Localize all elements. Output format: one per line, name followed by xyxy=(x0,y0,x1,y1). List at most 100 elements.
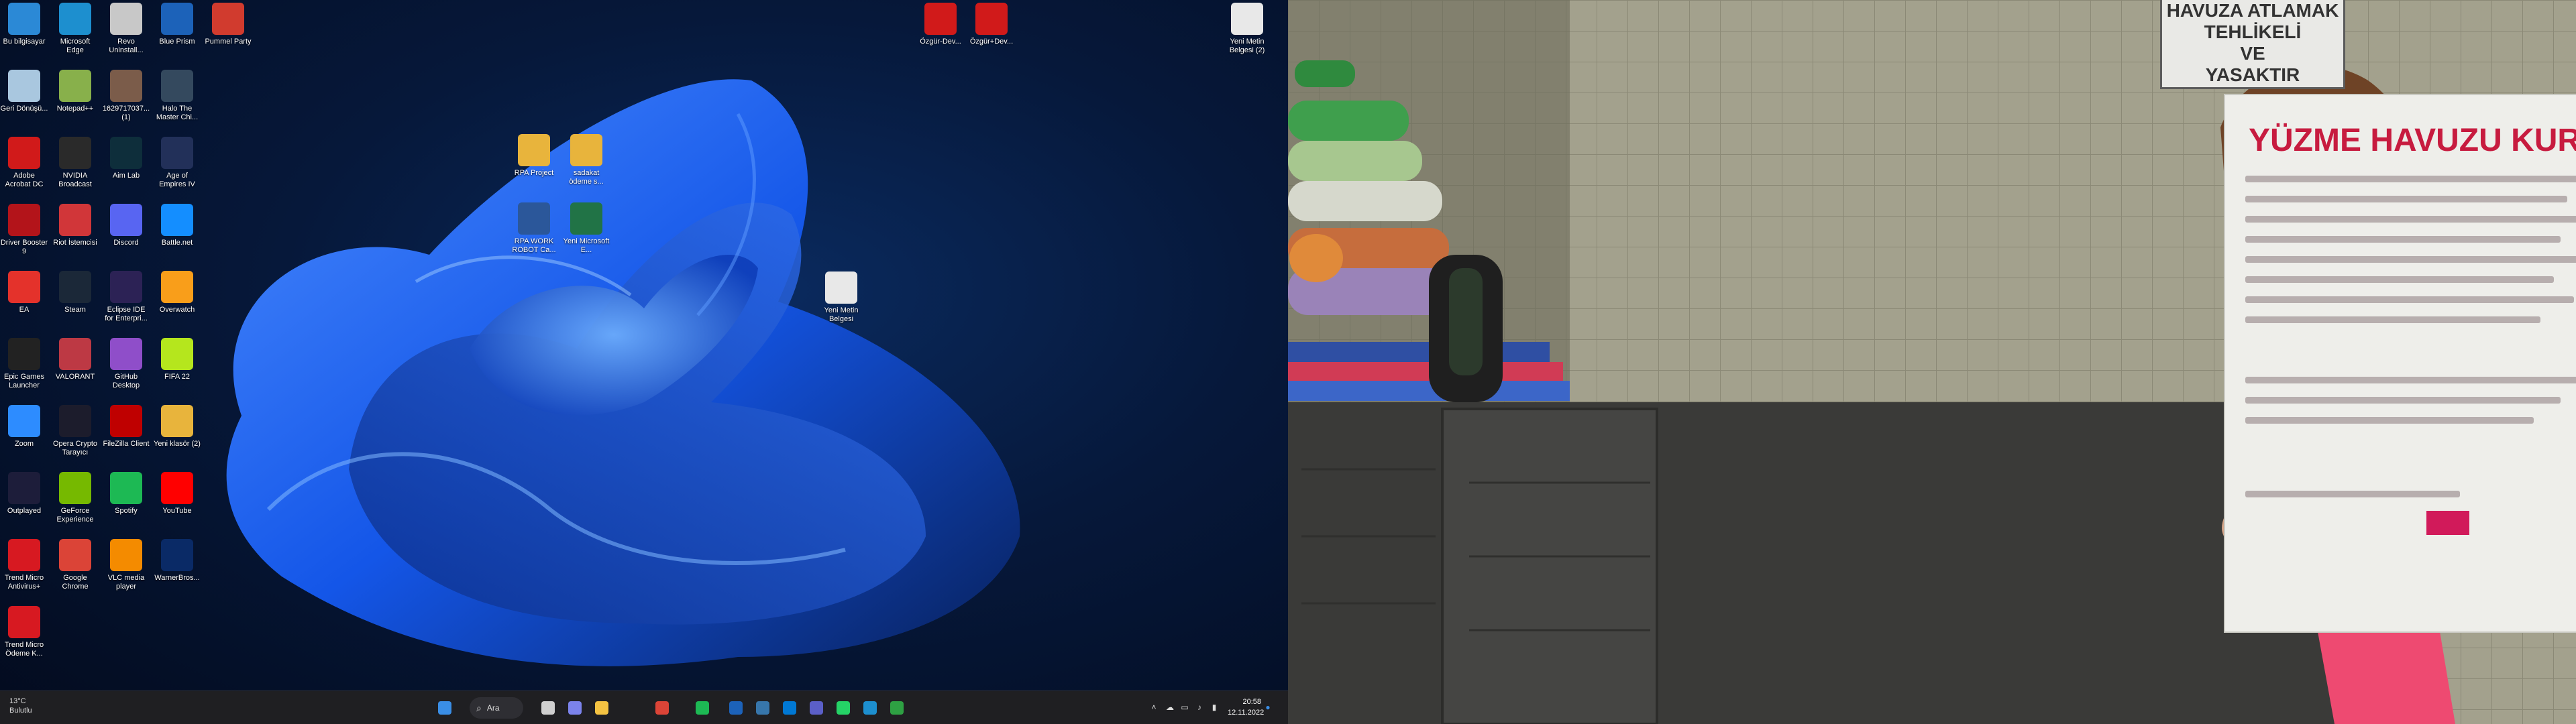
desktop-icon[interactable]: Pummel Party xyxy=(204,3,252,46)
desktop-icon[interactable]: Özgür+Dev... xyxy=(967,3,1016,46)
desktop-icon[interactable]: sadakat ödeme s... xyxy=(562,134,610,186)
discord-icon xyxy=(110,204,142,236)
desktop-icon-label: Zoom xyxy=(14,440,34,448)
desktop-icon[interactable]: Notepad++ xyxy=(51,70,99,113)
taskbar-app-button[interactable] xyxy=(537,697,559,719)
desktop-icon[interactable]: Google Chrome xyxy=(51,539,99,591)
desktop-icon[interactable]: Trend Micro Ödeme K... xyxy=(0,606,48,658)
taskbar-app-button[interactable] xyxy=(590,697,613,719)
blue-prism-icon xyxy=(161,3,193,35)
network-icon[interactable]: ▭ xyxy=(1179,702,1190,713)
desktop-icon[interactable]: EA xyxy=(0,271,48,314)
desktop-icon[interactable]: Bu bilgisayar xyxy=(0,3,48,46)
desktop-icon[interactable]: Geri Dönüşü... xyxy=(0,70,48,113)
desktop-icon-label: Riot İstemcisi xyxy=(53,239,97,247)
taskbar-app-button[interactable] xyxy=(751,697,774,719)
taskbar-app-button[interactable] xyxy=(885,697,908,719)
weather-widget[interactable]: 13°C Bulutlu xyxy=(9,697,32,715)
rules-text-line xyxy=(2245,276,2554,283)
edge-icon xyxy=(863,701,877,715)
desktop-icon[interactable]: Zoom xyxy=(0,405,48,448)
desktop-icon[interactable]: Battle.net xyxy=(153,204,201,247)
warning-sign-line: HAVUZA ATLAMAK xyxy=(2166,0,2339,21)
taskbar-app-button[interactable] xyxy=(651,697,674,719)
notification-icon[interactable]: ● xyxy=(1263,702,1273,713)
desktop-icon[interactable]: FIFA 22 xyxy=(153,338,201,381)
task-view-icon xyxy=(541,701,555,715)
desktop-icon[interactable]: VLC media player xyxy=(102,539,150,591)
taskbar-app-button[interactable] xyxy=(859,697,881,719)
desktop-icon[interactable]: Revo Uninstall... xyxy=(102,3,150,55)
system-clock[interactable]: 20:58 12.11.2022 xyxy=(1228,697,1264,718)
desktop-icon[interactable]: Aim Lab xyxy=(102,137,150,180)
chevron-up-icon[interactable]: ˄ xyxy=(1148,702,1159,713)
pdf-icon xyxy=(975,3,1008,35)
desktop-icon-label: Battle.net xyxy=(161,239,193,247)
battery-icon[interactable]: ▮ xyxy=(1209,702,1220,713)
desktop-icon[interactable]: NVIDIA Broadcast xyxy=(51,137,99,189)
desktop-icon[interactable]: Trend Micro Antivirus+ xyxy=(0,539,48,591)
desktop-icon[interactable]: Eclipse IDE for Enterpri... xyxy=(102,271,150,323)
desktop-icon-label: VLC media player xyxy=(107,574,145,591)
desktop-icon[interactable]: Steam xyxy=(51,271,99,314)
desktop-icon[interactable]: Driver Booster 9 xyxy=(0,204,48,256)
desktop-icon-label: YouTube xyxy=(162,507,192,515)
fifa-icon xyxy=(161,338,193,370)
desktop-icon[interactable]: Adobe Acrobat DC xyxy=(0,137,48,189)
desktop-icon[interactable]: GeForce Experience xyxy=(51,472,99,524)
onedrive-icon[interactable]: ☁ xyxy=(1165,702,1175,713)
desktop-icon[interactable]: Opera Crypto Tarayıcı xyxy=(51,405,99,457)
desktop-icon[interactable]: Özgür-Dev... xyxy=(916,3,965,46)
desktop-icon-label: Discord xyxy=(113,239,139,247)
taskbar-app-button[interactable] xyxy=(433,697,456,719)
warner-bros-icon xyxy=(161,539,193,571)
youtube-icon xyxy=(161,472,193,504)
search-box[interactable]: ⌕ Ara xyxy=(470,697,523,719)
desktop-icon[interactable]: Yeni klasör (2) xyxy=(153,405,201,448)
taskbar-app-button[interactable] xyxy=(564,697,586,719)
geforce-icon xyxy=(59,472,91,504)
desktop-icon[interactable]: GitHub Desktop xyxy=(102,338,150,390)
desktop-icon-label: Yeni Metin Belgesi (2) xyxy=(1229,38,1265,54)
desktop-icon[interactable]: Blue Prism xyxy=(153,3,201,46)
desktop-icon-label: Özgür+Dev... xyxy=(969,38,1014,46)
taskbar-app-button[interactable] xyxy=(805,697,828,719)
desktop-icon[interactable]: Microsoft Edge xyxy=(51,3,99,55)
warning-sign-line: TEHLİKELİ xyxy=(2204,21,2302,42)
taskbar-app-button[interactable] xyxy=(832,697,855,719)
desktop-icon[interactable]: Yeni Metin Belgesi xyxy=(817,272,865,324)
taskbar-app-button[interactable] xyxy=(724,697,747,719)
taskbar-app-button[interactable] xyxy=(691,697,714,719)
desktop-icon[interactable]: Epic Games Launcher xyxy=(0,338,48,390)
taskbar-app-button[interactable] xyxy=(778,697,801,719)
rules-text-line xyxy=(2245,377,2576,383)
desktop-icon[interactable]: Outplayed xyxy=(0,472,48,516)
desktop-icon[interactable]: 1629717037... (1) xyxy=(102,70,150,122)
desktop-icon[interactable]: YouTube xyxy=(153,472,201,516)
search-label: Ara xyxy=(486,703,500,713)
desktop-icon[interactable]: Yeni Microsoft E... xyxy=(562,202,610,255)
desktop-icon[interactable]: Riot İstemcisi xyxy=(51,204,99,247)
photo-icon xyxy=(110,70,142,102)
desktop-icon[interactable]: FileZilla Client xyxy=(102,405,150,448)
desktop-icon[interactable]: RPA Project xyxy=(510,134,558,178)
desktop-icon[interactable]: Discord xyxy=(102,204,150,247)
desktop-icon-label: VALORANT xyxy=(55,373,95,381)
desktop-icon[interactable]: Halo The Master Chi... xyxy=(153,70,201,122)
pummel-party-icon xyxy=(212,3,244,35)
desktop-icon[interactable]: RPA WORK ROBOT Ca... xyxy=(510,202,558,255)
outplayed-icon xyxy=(8,472,40,504)
desktop-icon[interactable]: Overwatch xyxy=(153,271,201,314)
desktop-icon[interactable]: VALORANT xyxy=(51,338,99,381)
desktop-icon-label: GitHub Desktop xyxy=(112,373,140,389)
desktop-icon[interactable]: Spotify xyxy=(102,472,150,516)
rules-text-line xyxy=(2245,316,2540,323)
volume-icon[interactable]: ♪ xyxy=(1194,702,1205,713)
desktop-icon-label: RPA Project xyxy=(514,169,554,177)
desktop-icon[interactable]: WarnerBros... xyxy=(153,539,201,583)
desktop-icon[interactable]: Yeni Metin Belgesi (2) xyxy=(1223,3,1271,55)
desktop-icon-label: Trend Micro Antivirus+ xyxy=(4,574,44,591)
spotify-icon xyxy=(696,701,709,715)
desktop-icon[interactable]: Age of Empires IV xyxy=(153,137,201,189)
desktop-icon-label: FIFA 22 xyxy=(164,373,190,381)
